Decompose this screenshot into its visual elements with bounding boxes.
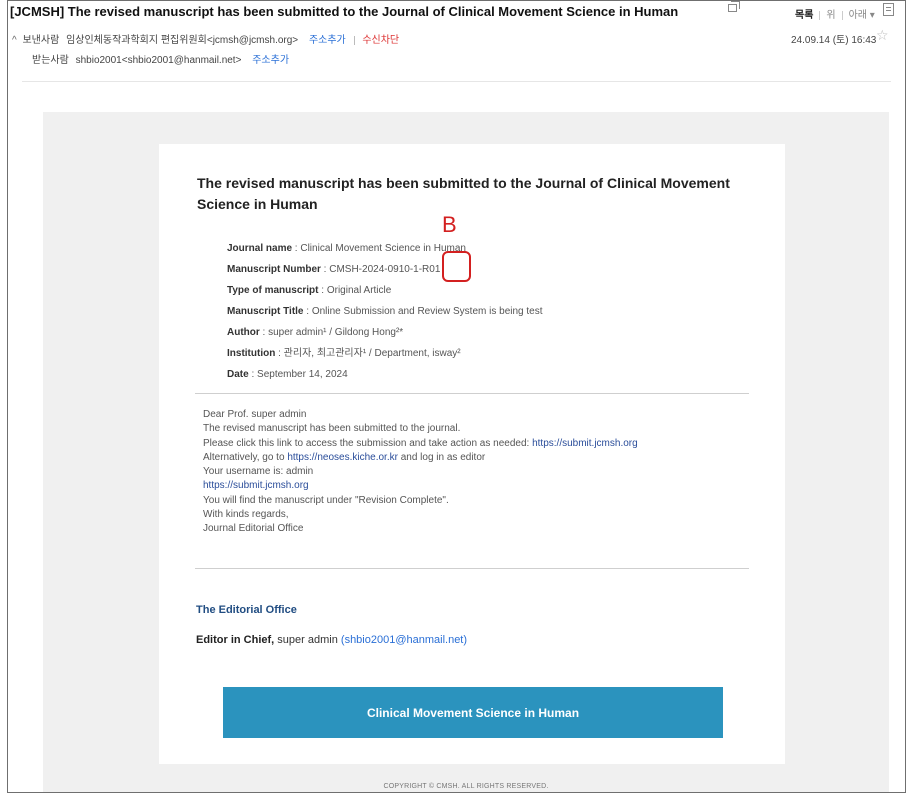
info-key: Manuscript Number [227,264,321,275]
editor-name: super admin [274,634,341,646]
print-icon[interactable] [883,3,894,16]
editor-in-chief: Editor in Chief, super admin (shbio2001@… [196,634,467,646]
message-line: Alternatively, go to https://neoses.kich… [203,451,638,465]
message-line: With kinds regards, [203,509,289,521]
mail-header: [JCMSH] The revised manuscript has been … [8,1,905,81]
message-line: The revised manuscript has been submitte… [203,423,461,435]
editor-label: Editor in Chief, [196,634,275,646]
sender-row: ^ 보낸사람 임상인체동작과학회지 편집위원회<jcmsh@jcmsh.org>… [12,31,399,46]
journal-banner-button[interactable]: Clinical Movement Science in Human [223,687,723,738]
mail-subject: [JCMSH] The revised manuscript has been … [10,4,679,19]
neoses-link[interactable]: https://neoses.kiche.or.kr [287,452,398,463]
sender-address[interactable]: 임상인체동작과학회지 편집위원회<jcmsh@jcmsh.org> [66,35,298,46]
chevron-up-icon[interactable]: ^ [12,35,17,46]
info-key: Type of manuscript [227,285,319,296]
info-title: Manuscript Title : Online Submission and… [227,301,543,322]
copyright-text: COPYRIGHT © CMSH. ALL RIGHTS RESERVED. [383,783,549,790]
message-line: https://submit.jcmsh.org [203,479,638,493]
email-card: The revised manuscript has been submitte… [159,144,785,764]
info-value: : September 14, 2024 [248,369,348,380]
info-date: Date : September 14, 2024 [227,364,543,385]
receiver-add-address-link[interactable]: 주소추가 [252,55,289,66]
info-journal-name: Journal name : Clinical Movement Science… [227,238,543,259]
section-divider [195,568,749,569]
manuscript-info: Journal name : Clinical Movement Science… [227,238,543,385]
message-text: Alternatively, go to [203,451,288,463]
message-line: Your username is: admin [203,466,314,478]
receiver-label: 받는사람 [32,55,69,66]
editorial-office-title: The Editorial Office [196,604,297,616]
info-key: Author [227,327,260,338]
message-greeting: Dear Prof. super admin [203,409,307,420]
message-line: Journal Editorial Office [203,523,304,535]
info-manuscript-number: Manuscript Number : CMSH-2024-0910-1-R01 [227,259,543,280]
star-icon[interactable]: ☆ [876,27,889,44]
section-divider [195,393,749,394]
receiver-address[interactable]: shbio2001<shbio2001@hanmail.net> [76,55,242,66]
info-value: : super admin¹ / Gildong Hong²* [259,327,404,338]
link-divider [353,35,355,45]
toolbar-divider [841,10,843,20]
email-message: Dear Prof. super admin The revised manus… [203,408,638,537]
submission-link[interactable]: https://submit.jcmsh.org [532,438,638,449]
next-mail-label: 아래 [848,10,868,21]
message-text: and log in as editor [397,451,486,463]
info-institution: Institution : 관리자, 최고관리자¹ / Department, … [227,343,543,364]
email-title: The revised manuscript has been submitte… [197,175,730,212]
block-sender-link[interactable]: 수신차단 [362,35,399,46]
message-line: Please click this link to access the sub… [203,437,638,451]
mail-viewer: [JCMSH] The revised manuscript has been … [7,0,906,793]
editor-email-link[interactable]: shbio2001@hanmail.net [345,634,464,646]
email-body-background: The revised manuscript has been submitte… [43,112,889,792]
submission-link-2[interactable]: https://submit.jcmsh.org [203,480,309,491]
next-mail-button[interactable]: 아래 ▾ [849,6,875,21]
header-divider [22,81,891,82]
info-author: Author : super admin¹ / Gildong Hong²* [227,322,543,343]
annotation-label: B [442,212,457,237]
info-value: : Clinical Movement Science in Human [292,243,466,254]
popout-icon[interactable] [728,1,740,12]
info-key: Date [227,369,249,380]
info-value: : Original Article [318,285,392,296]
message-line: You will find the manuscript under "Revi… [203,494,449,506]
info-key: Manuscript Title [227,306,304,317]
receiver-row: 받는사람 shbio2001<shbio2001@hanmail.net> 주소… [32,51,289,66]
annotation-highlight-box [442,251,471,282]
mail-toolbar: 목록 위 아래 ▾ [795,6,881,21]
editor-email-paren: ) [463,634,468,646]
info-key: Journal name [227,243,293,254]
list-button[interactable]: 목록 [795,6,813,21]
toolbar-divider [819,10,821,20]
add-address-link[interactable]: 주소추가 [309,35,346,46]
info-value: : Online Submission and Review System is… [303,306,543,317]
info-value: : CMSH-2024-0910-1-R01 [320,264,441,275]
prev-mail-button[interactable]: 위 [826,6,835,21]
message-text: Please click this link to access the sub… [203,437,533,449]
info-key: Institution [227,348,276,359]
sender-label: 보낸사람 [22,35,60,46]
mail-date: 24.09.14 (토) 16:43 [791,35,877,46]
info-value: : 관리자, 최고관리자¹ / Department, isway² [275,348,461,359]
info-type: Type of manuscript : Original Article [227,280,543,301]
chevron-down-icon: ▾ [869,10,875,21]
